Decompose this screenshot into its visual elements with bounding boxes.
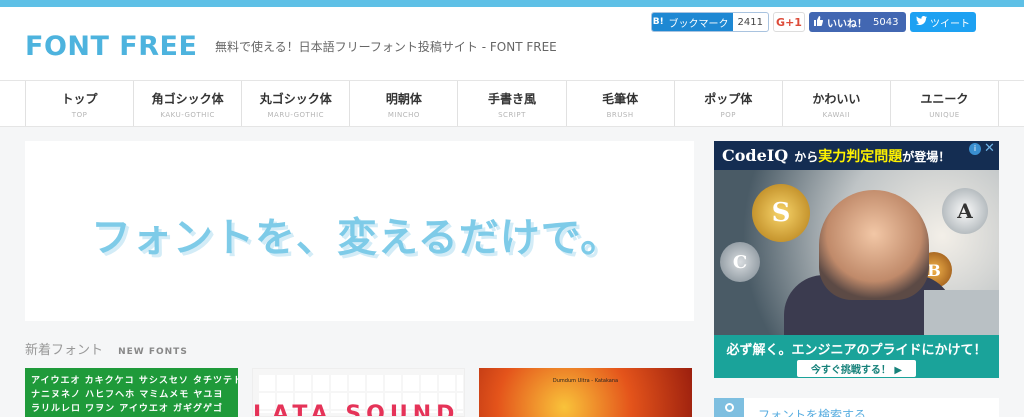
font-thumbnail-2[interactable]: LATA SOUND [252,368,465,417]
search-icon [714,398,744,417]
ad-brand: CodeIQ [722,146,789,165]
ad-header: CodeIQ から実力判定問題が登場！ [714,141,999,170]
nav-item-unique[interactable]: ユニーク UNIQUE [891,81,999,126]
thumb1-line: アイウエオ カキクケコ サシスセソ タチツテト [31,376,238,386]
codeiq-ad-banner[interactable]: CodeIQ から実力判定問題が登場！ i ✕ S C A B 必ず解く。エンジ… [714,141,999,378]
like-label: いいね！ [827,18,867,30]
nav-item-kaku-gothic[interactable]: 角ゴシック体 KAKU-GOTHIC [134,81,243,126]
coin-c-icon: C [720,242,760,282]
font-thumbnail-1[interactable]: アイウエオ カキクケコ サシスセソ タチツテト ナニヌネノ ハヒフヘホ マミムメ… [25,368,238,417]
ad-info-icon[interactable]: i [969,143,981,155]
tweet-label: ツイート [930,18,970,30]
tweet-button[interactable]: ツイート [910,12,976,32]
gplus-button[interactable]: G+1 [773,12,805,32]
coin-s-icon: S [752,184,810,242]
hatena-label: ブックマーク [664,13,733,31]
nav-item-maru-gothic[interactable]: 丸ゴシック体 MARU-GOTHIC [242,81,351,126]
new-fonts-title-jp: 新着フォント [25,343,104,358]
search-label: フォントを検索する [758,408,867,417]
thumb2-word: LATA SOUND [253,402,460,417]
ad-person-head [819,190,929,300]
thumb1-line: ナニヌネノ ハヒフヘホ マミムメモ ヤユヨ [31,390,224,400]
hatena-icon: B! [652,13,665,31]
facebook-like-button[interactable]: いいね！ 5043 [809,12,906,32]
font-thumbnail-3[interactable]: Dumdum Ultra - Katakana [479,368,692,417]
nav-item-kawaii[interactable]: かわいい KAWAII [783,81,891,126]
thumbs-up-icon [809,15,827,29]
category-nav: トップ TOP 角ゴシック体 KAKU-GOTHIC 丸ゴシック体 MARU-GOTH… [0,80,1024,127]
twitter-bird-icon [916,16,927,28]
hero-text: フォントを、変えるだけで。 [91,215,622,261]
site-logo[interactable]: FONT FREE [25,31,197,62]
ad-image: S C A B [714,170,999,335]
nav-item-script[interactable]: 手書き風 SCRIPT [458,81,567,126]
coin-a-icon: A [942,188,988,234]
top-accent-bar [0,0,1024,7]
new-fonts-heading: 新着フォント NEW FONTS [25,339,188,358]
ad-slogan: 必ず解く。エンジニアのプライドにかけて！ [726,343,987,358]
nav-item-mincho[interactable]: 明朝体 MINCHO [350,81,459,126]
site-header: FONT FREE 無料で使える！日本語フリーフォント投稿サイト - FONT … [0,7,1024,80]
site-tagline: 無料で使える！日本語フリーフォント投稿サイト - FONT FREE [215,40,557,54]
hatena-count: 2411 [737,16,763,28]
hero-banner: フォントを、変えるだけで。 [25,141,694,321]
ad-footer: 必ず解く。エンジニアのプライドにかけて！ 今すぐ挑戦する！ ▶ [714,335,999,378]
like-count: 5043 [873,16,899,28]
laptop-icon [924,290,999,335]
new-fonts-title-en: NEW FONTS [118,347,188,357]
font-search-widget[interactable]: フォントを検索する [714,398,999,417]
ad-headline: から実力判定問題が登場！ [794,148,951,165]
nav-item-top[interactable]: トップ TOP [26,81,135,126]
thumb1-line: ラリルレロ ワヲン アイウエオ ガギグゲゴ [31,404,223,414]
nav-item-pop[interactable]: ポップ体 POP [675,81,783,126]
hatena-bookmark-button[interactable]: B! ブックマーク 2411 [651,12,769,32]
ad-cta-button[interactable]: 今すぐ挑戦する！ ▶ [796,360,917,377]
thumb3-caption: Dumdum Ultra - Katakana [552,378,619,384]
ad-close-icon[interactable]: ✕ [983,142,996,155]
nav-item-brush[interactable]: 毛筆体 BRUSH [567,81,675,126]
